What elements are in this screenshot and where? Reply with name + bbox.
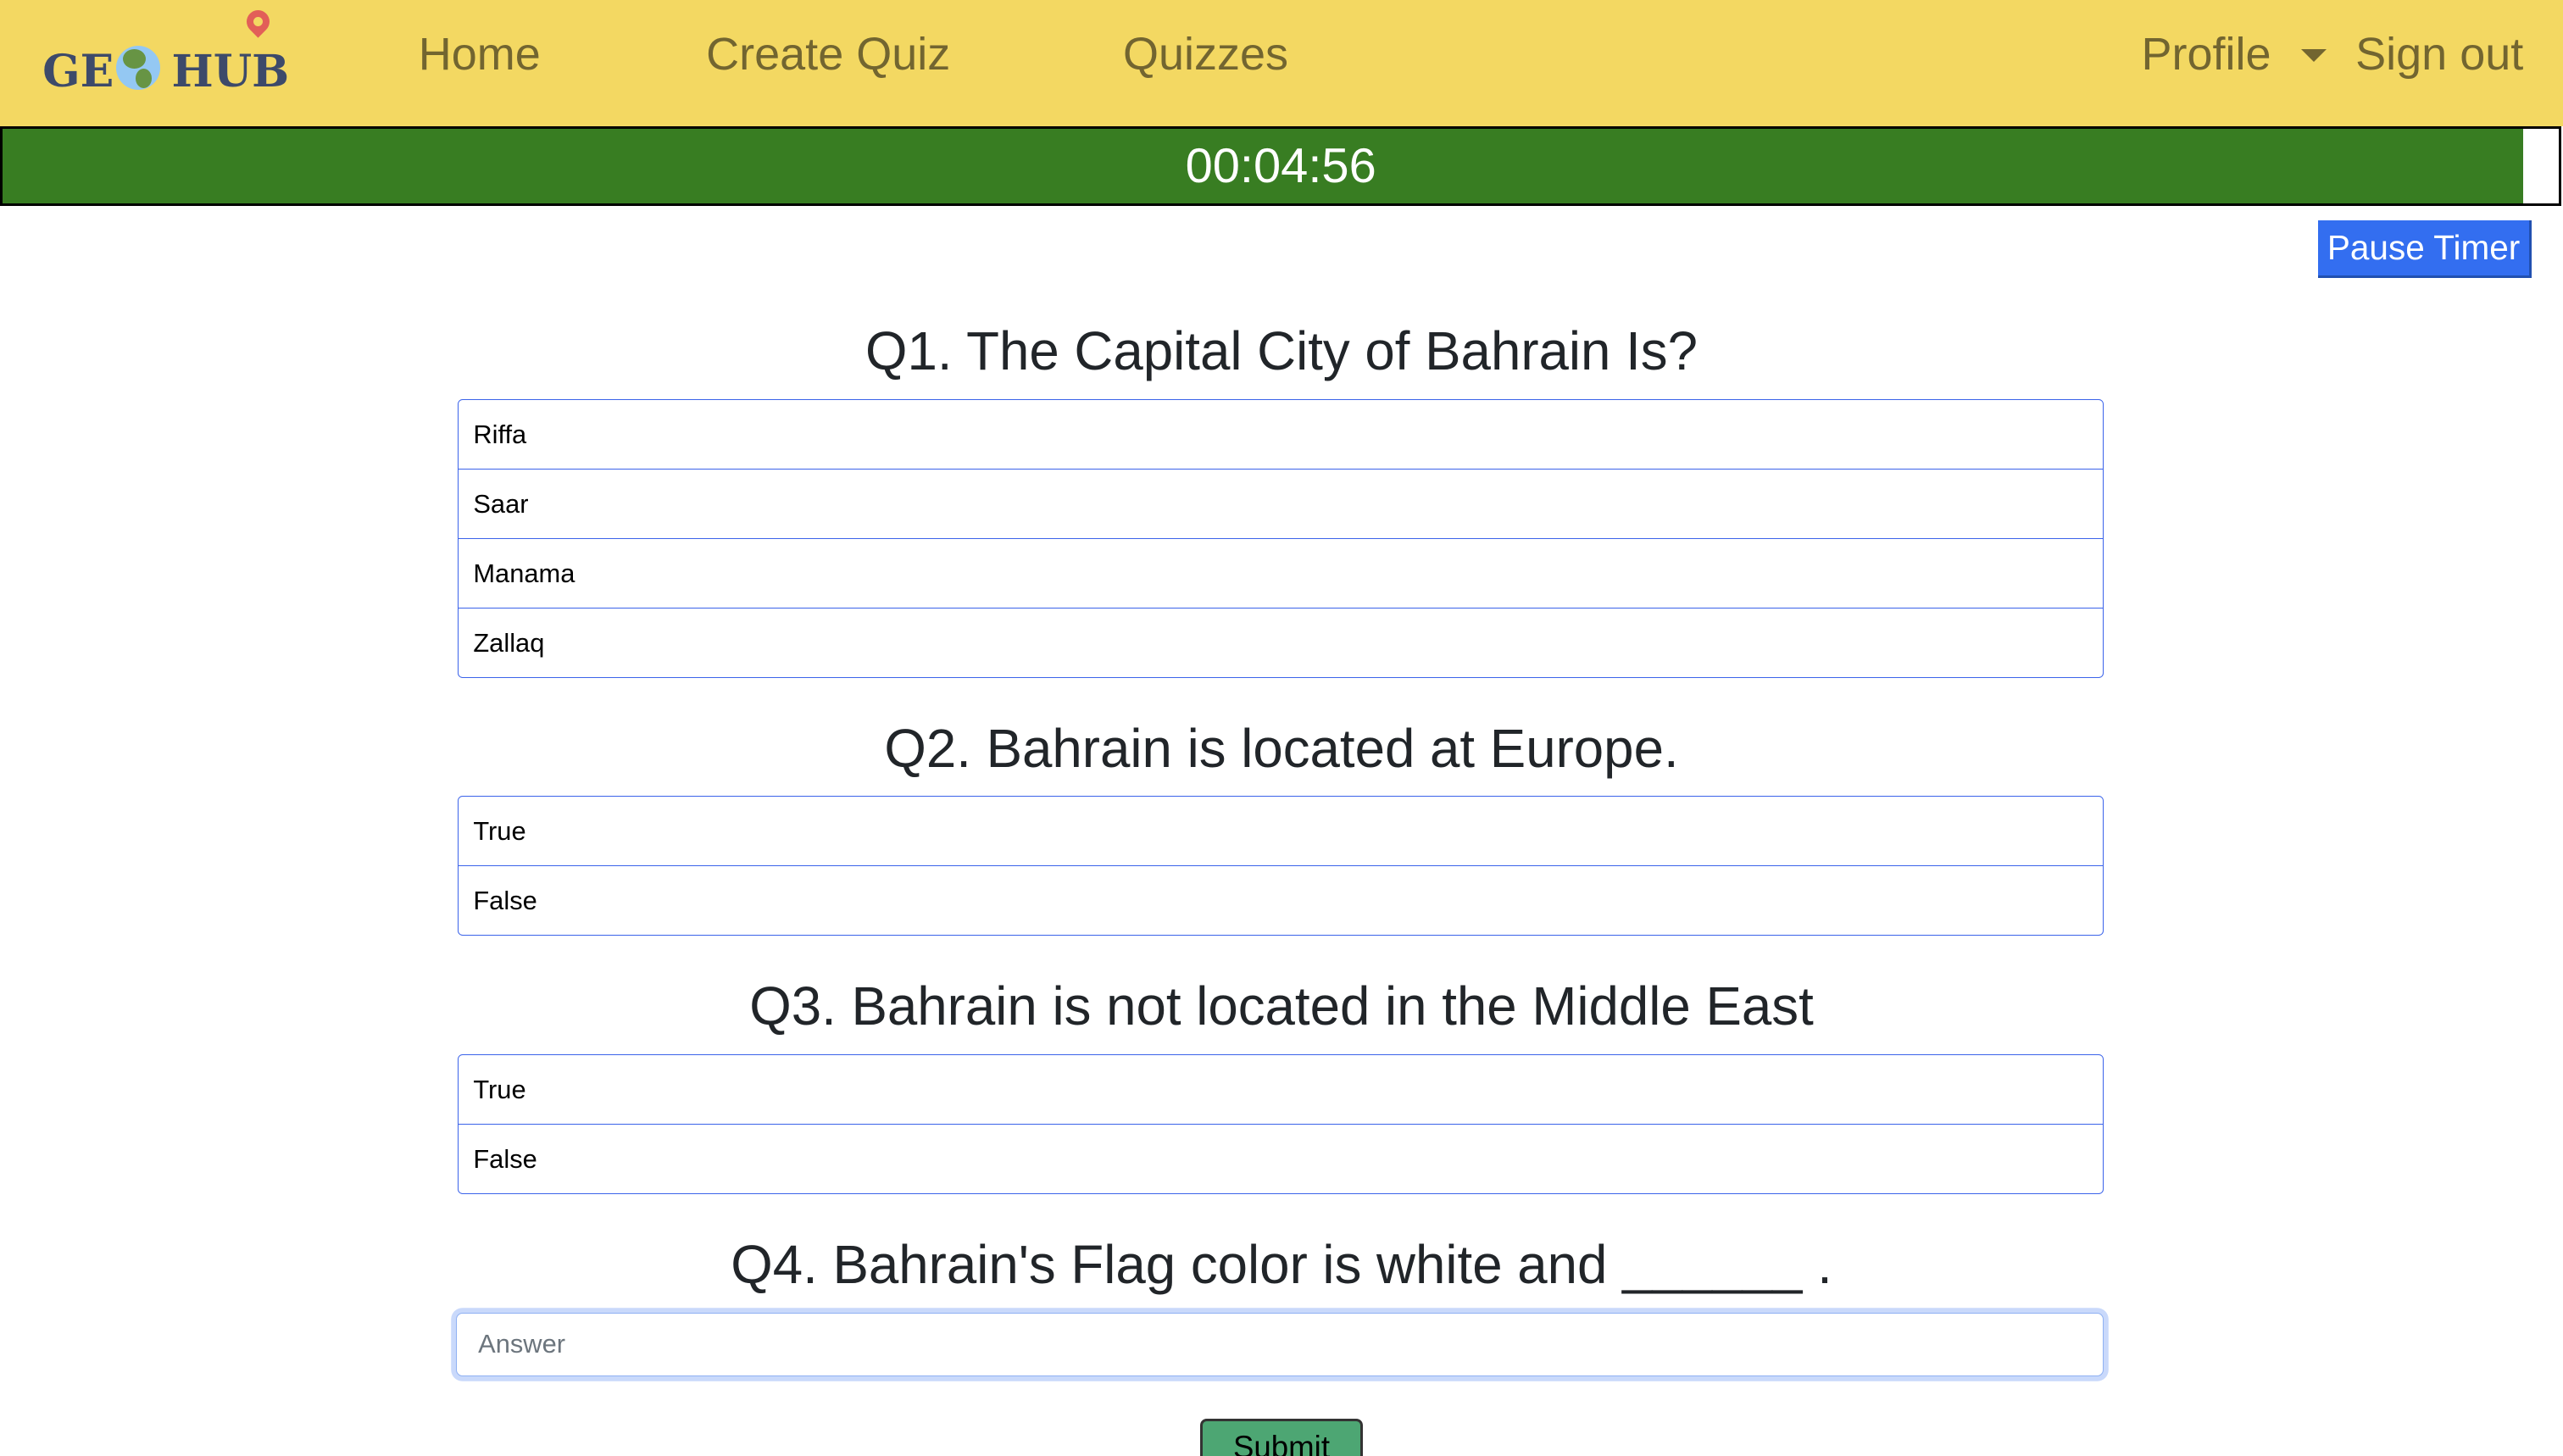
- map-pin-icon: [242, 4, 275, 38]
- answer-options: True False: [458, 796, 2104, 936]
- globe-icon: [115, 45, 160, 91]
- navbar: GE HUB Home Create Quiz Quizzes Profile …: [0, 0, 2563, 126]
- answer-option[interactable]: False: [459, 1123, 2104, 1193]
- answer-options: True False: [458, 1053, 2104, 1194]
- nav-quizzes[interactable]: Quizzes: [1123, 28, 1288, 81]
- answer-option[interactable]: Riffa: [459, 400, 2103, 469]
- question-title: Q3. Bahrain is not located in the Middle…: [749, 976, 1814, 1037]
- submit-button[interactable]: Submit: [1199, 1419, 1364, 1456]
- logo-text-left: GE: [42, 45, 114, 97]
- nav-profile-dropdown[interactable]: Profile: [2141, 28, 2271, 81]
- question-title: Q4. Bahrain's Flag color is white and __…: [731, 1235, 1832, 1296]
- nav-sign-out[interactable]: Sign out: [2355, 28, 2523, 81]
- answer-option[interactable]: True: [459, 797, 2103, 865]
- answer-option[interactable]: True: [459, 1055, 2103, 1124]
- answer-option[interactable]: False: [459, 865, 2104, 935]
- timer-text: 00:04:56: [1185, 139, 1376, 194]
- answer-option[interactable]: Manama: [459, 537, 2104, 608]
- question-title: Q1. The Capital City of Bahrain Is?: [865, 321, 1698, 381]
- answer-options: Riffa Saar Manama Zallaq: [458, 398, 2104, 678]
- nav-home[interactable]: Home: [419, 28, 541, 81]
- question-title: Q2. Bahrain is located at Europe.: [884, 718, 1679, 779]
- chevron-down-icon[interactable]: [2301, 48, 2327, 62]
- answer-input[interactable]: [456, 1312, 2104, 1376]
- answer-option[interactable]: Zallaq: [459, 607, 2104, 677]
- pause-timer-button[interactable]: Pause Timer: [2317, 220, 2532, 278]
- timer-progress-bar: 00:04:56: [0, 125, 2562, 207]
- answer-option[interactable]: Saar: [459, 468, 2104, 538]
- geohub-logo[interactable]: GE HUB: [42, 4, 290, 97]
- nav-create-quiz[interactable]: Create Quiz: [706, 28, 950, 81]
- logo-text-right: HUB: [171, 45, 290, 97]
